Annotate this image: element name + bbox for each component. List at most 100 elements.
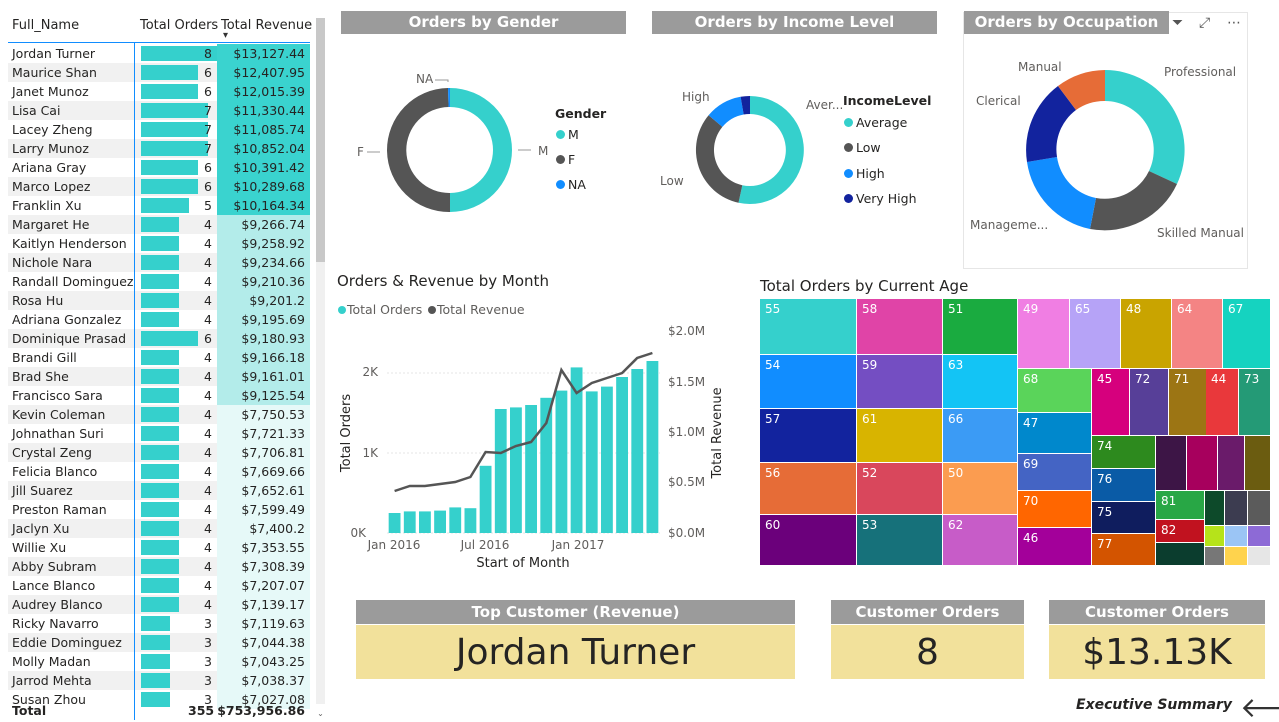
treemap-cell[interactable] bbox=[1205, 547, 1224, 565]
month-legend-orders[interactable]: Total Orders bbox=[338, 302, 422, 317]
treemap-cell[interactable]: 70 bbox=[1018, 491, 1091, 527]
treemap-cell[interactable]: 66 bbox=[943, 409, 1017, 462]
col-header-total-revenue[interactable]: Total Revenue bbox=[221, 18, 312, 41]
treemap-cell[interactable] bbox=[1205, 526, 1224, 546]
table-row[interactable]: Maurice Shan 6 $12,407.95 bbox=[8, 63, 310, 82]
treemap-cell[interactable]: 62 bbox=[943, 515, 1017, 565]
treemap-cell[interactable]: 51 bbox=[943, 299, 1017, 354]
orders-revenue-chart[interactable]: 0K 1K 2K $0.0M $0.5M $1.0M $1.5M $2.0M J… bbox=[330, 318, 730, 576]
table-row[interactable]: Nichole Nara 4 $9,234.66 bbox=[8, 253, 310, 272]
table-scrollbar[interactable]: ⌄ bbox=[316, 18, 325, 718]
table-row[interactable]: Jordan Turner 8 $13,127.44 bbox=[8, 44, 310, 63]
treemap-cell[interactable]: 65 bbox=[1070, 299, 1120, 368]
treemap-cell[interactable] bbox=[1245, 436, 1270, 490]
treemap-cell[interactable]: 55 bbox=[760, 299, 856, 354]
treemap-cell[interactable]: 76 bbox=[1092, 469, 1155, 501]
treemap-cell[interactable] bbox=[1225, 547, 1247, 565]
table-row[interactable]: Jill Suarez 4 $7,652.61 bbox=[8, 481, 310, 500]
table-row[interactable]: Johnathan Suri 4 $7,721.33 bbox=[8, 424, 310, 443]
treemap-cell[interactable]: 50 bbox=[943, 463, 1017, 514]
focus-mode-icon[interactable]: ⤢ bbox=[1199, 15, 1210, 31]
table-row[interactable]: Ricky Navarro 3 $7,119.63 bbox=[8, 614, 310, 633]
treemap-cell[interactable]: 49 bbox=[1018, 299, 1069, 368]
treemap-cell[interactable]: 77 bbox=[1092, 534, 1155, 565]
treemap-cell[interactable]: 52 bbox=[857, 463, 942, 514]
treemap-cell[interactable] bbox=[1205, 491, 1224, 525]
table-row[interactable]: Dominique Prasad 6 $9,180.93 bbox=[8, 329, 310, 348]
income-legend-very-high[interactable]: Very High bbox=[844, 191, 917, 206]
treemap-cell[interactable]: 68 bbox=[1018, 369, 1091, 412]
col-header-full-name[interactable]: Full_Name bbox=[12, 18, 79, 33]
treemap-cell[interactable]: 58 bbox=[857, 299, 942, 354]
executive-summary-link[interactable]: Executive Summary bbox=[1076, 697, 1232, 713]
table-row[interactable]: Kaitlyn Henderson 4 $9,258.92 bbox=[8, 234, 310, 253]
table-row[interactable]: Ariana Gray 6 $10,391.42 bbox=[8, 158, 310, 177]
treemap-cell[interactable]: 44 bbox=[1206, 369, 1238, 435]
treemap-cell[interactable]: 72 bbox=[1130, 369, 1168, 435]
income-legend-average[interactable]: Average bbox=[844, 115, 907, 130]
table-row[interactable]: Brad She 4 $9,161.01 bbox=[8, 367, 310, 386]
treemap-cell[interactable] bbox=[1187, 436, 1217, 490]
treemap-cell[interactable]: 73 bbox=[1239, 369, 1270, 435]
table-row[interactable]: Marco Lopez 6 $10,289.68 bbox=[8, 177, 310, 196]
table-row[interactable]: Jaclyn Xu 4 $7,400.2 bbox=[8, 519, 310, 538]
scrollbar-thumb[interactable] bbox=[316, 18, 325, 262]
treemap-cell[interactable]: 63 bbox=[943, 355, 1017, 408]
table-row[interactable]: Audrey Blanco 4 $7,139.17 bbox=[8, 595, 310, 614]
treemap-cell[interactable]: 64 bbox=[1172, 299, 1222, 368]
treemap-cell[interactable] bbox=[1248, 526, 1270, 546]
table-row[interactable]: Lance Blanco 4 $7,207.07 bbox=[8, 576, 310, 595]
table-row[interactable]: Lacey Zheng 7 $11,085.74 bbox=[8, 120, 310, 139]
table-row[interactable]: Brandi Gill 4 $9,166.18 bbox=[8, 348, 310, 367]
table-row[interactable]: Preston Raman 4 $7,599.49 bbox=[8, 500, 310, 519]
treemap-cell[interactable]: 74 bbox=[1092, 436, 1155, 468]
gender-legend-f[interactable]: F bbox=[556, 152, 575, 167]
treemap-cell[interactable]: 75 bbox=[1092, 502, 1155, 533]
treemap-cell[interactable]: 61 bbox=[857, 409, 942, 462]
table-row[interactable]: Eddie Dominguez 3 $7,044.38 bbox=[8, 633, 310, 652]
treemap-cell[interactable]: 46 bbox=[1018, 528, 1091, 565]
treemap-cell[interactable] bbox=[1156, 436, 1186, 490]
treemap-cell[interactable] bbox=[1156, 543, 1204, 565]
table-row[interactable]: Rosa Hu 4 $9,201.2 bbox=[8, 291, 310, 310]
treemap-cell[interactable]: 47 bbox=[1018, 413, 1091, 453]
treemap-cell[interactable] bbox=[1225, 491, 1247, 525]
table-row[interactable]: Franklin Xu 5 $10,164.34 bbox=[8, 196, 310, 215]
back-arrow-icon[interactable]: 🡐 bbox=[1240, 690, 1279, 722]
table-row[interactable]: Kevin Coleman 4 $7,750.53 bbox=[8, 405, 310, 424]
col-header-total-orders[interactable]: Total Orders bbox=[140, 18, 218, 33]
treemap-cell[interactable] bbox=[1225, 526, 1247, 546]
table-row[interactable]: Adriana Gonzalez 4 $9,195.69 bbox=[8, 310, 310, 329]
treemap-cell[interactable]: 56 bbox=[760, 463, 856, 514]
gender-legend-m[interactable]: M bbox=[556, 127, 579, 142]
table-row[interactable]: Larry Munoz 7 $10,852.04 bbox=[8, 139, 310, 158]
table-row[interactable]: Margaret He 4 $9,266.74 bbox=[8, 215, 310, 234]
table-row[interactable]: Randall Dominguez 4 $9,210.36 bbox=[8, 272, 310, 291]
income-legend-high[interactable]: High bbox=[844, 166, 885, 181]
table-row[interactable]: Willie Xu 4 $7,353.55 bbox=[8, 538, 310, 557]
treemap-cell[interactable]: 54 bbox=[760, 355, 856, 408]
treemap-cell[interactable]: 45 bbox=[1092, 369, 1129, 435]
gender-legend-na[interactable]: NA bbox=[556, 177, 586, 192]
treemap-cell[interactable]: 81 bbox=[1156, 491, 1204, 519]
treemap-cell[interactable]: 53 bbox=[857, 515, 942, 565]
treemap-cell[interactable]: 67 bbox=[1223, 299, 1270, 368]
treemap-cell[interactable]: 57 bbox=[760, 409, 856, 462]
occupation-donut[interactable] bbox=[1020, 68, 1190, 233]
treemap-cell[interactable] bbox=[1248, 491, 1270, 525]
treemap-cell[interactable]: 82 bbox=[1156, 520, 1204, 542]
treemap-cell[interactable]: 60 bbox=[760, 515, 856, 565]
income-legend-low[interactable]: Low bbox=[844, 140, 881, 155]
scroll-down-icon[interactable]: ⌄ bbox=[316, 709, 325, 718]
table-row[interactable]: Francisco Sara 4 $9,125.54 bbox=[8, 386, 310, 405]
month-legend-revenue[interactable]: Total Revenue bbox=[428, 302, 525, 317]
treemap-cell[interactable]: 69 bbox=[1018, 454, 1091, 490]
treemap-cell[interactable]: 48 bbox=[1121, 299, 1171, 368]
filter-icon[interactable]: ⏷ bbox=[1172, 15, 1183, 31]
table-row[interactable]: Abby Subram 4 $7,308.39 bbox=[8, 557, 310, 576]
age-treemap[interactable]: 55 58 51 49 65 48 64 67 54 59 63 68 45 72 71 44 73 57 61 66… bbox=[760, 299, 1270, 565]
income-donut[interactable] bbox=[690, 90, 810, 210]
customer-table[interactable]: Full_Name Total Orders Total Revenue Jor… bbox=[0, 0, 328, 722]
table-row[interactable]: Molly Madan 3 $7,043.25 bbox=[8, 652, 310, 671]
table-row[interactable]: Jarrod Mehta 3 $7,038.37 bbox=[8, 671, 310, 690]
